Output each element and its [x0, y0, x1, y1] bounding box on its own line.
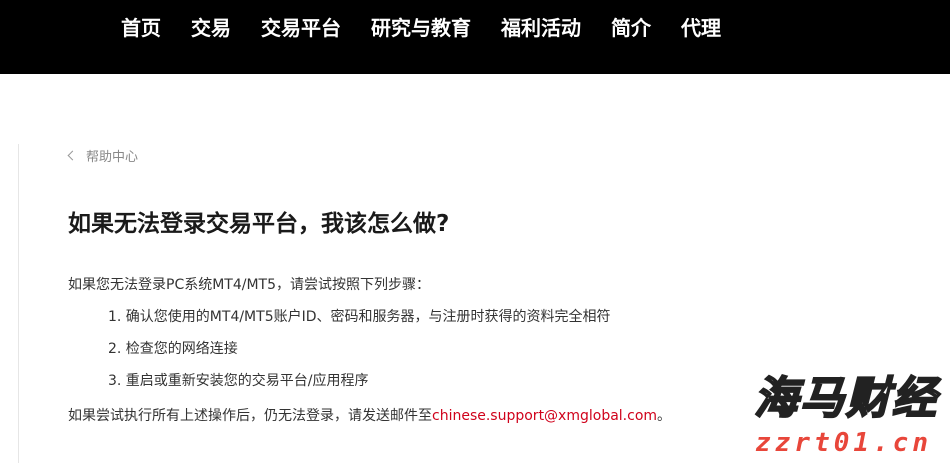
list-item: 2. 检查您的网络连接: [108, 341, 238, 357]
steps-list: 1. 确认您使用的MT4/MT5账户ID、密码和服务器，与注册时获得的资料完全相…: [108, 306, 611, 402]
article-intro: 如果您无法登录PC系统MT4/MT5，请尝试按照下列步骤：: [68, 277, 431, 293]
breadcrumb-back-link[interactable]: 帮助中心: [66, 146, 138, 165]
article-outro: 如果尝试执行所有上述操作后，仍无法登录，请发送邮件至chinese.suppor…: [68, 405, 671, 425]
page-title: 如果无法登录交易平台，我该怎么做?: [68, 211, 450, 237]
nav-item-about[interactable]: 简介: [611, 14, 651, 42]
nav-item-research-education[interactable]: 研究与教育: [371, 14, 471, 42]
nav-item-partners[interactable]: 代理: [681, 14, 721, 42]
watermark: 海马财经 zzrt01.cn: [692, 362, 942, 460]
nav-item-promotions[interactable]: 福利活动: [501, 14, 581, 42]
outro-suffix: 。: [657, 408, 672, 424]
nav-item-trading[interactable]: 交易: [191, 14, 231, 42]
chevron-left-icon: [67, 150, 78, 161]
main-nav: 首页 交易 交易平台 研究与教育 福利活动 简介 代理: [121, 14, 751, 42]
nav-item-platforms[interactable]: 交易平台: [261, 14, 341, 42]
breadcrumb-label: 帮助中心: [86, 150, 139, 165]
list-item: 1. 确认您使用的MT4/MT5账户ID、密码和服务器，与注册时获得的资料完全相…: [108, 309, 611, 325]
support-email-link[interactable]: chinese.support@xmglobal.com: [432, 408, 657, 424]
watermark-url: zzrt01.cn: [755, 428, 932, 458]
content-divider: [18, 144, 19, 463]
watermark-logo: 海马财经: [753, 372, 938, 425]
top-nav-bar: 首页 交易 交易平台 研究与教育 福利活动 简介 代理: [0, 0, 950, 74]
nav-item-home[interactable]: 首页: [121, 14, 161, 42]
outro-text: 如果尝试执行所有上述操作后，仍无法登录，请发送邮件至: [68, 408, 432, 424]
list-item: 3. 重启或重新安装您的交易平台/应用程序: [108, 373, 369, 389]
